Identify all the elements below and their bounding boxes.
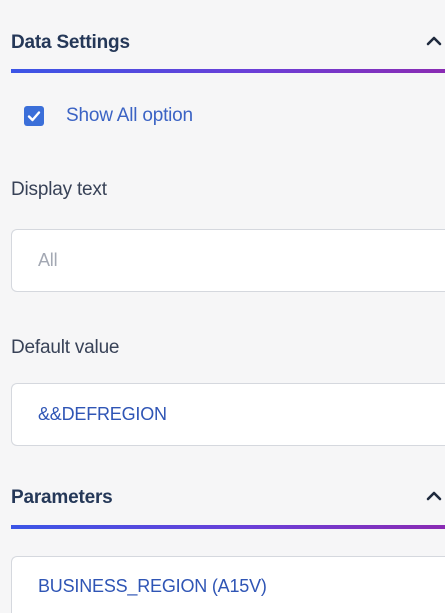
data-settings-divider <box>11 69 445 73</box>
checkbox-checked-icon[interactable] <box>24 106 44 126</box>
default-value-input[interactable] <box>11 383 445 446</box>
chevron-up-icon[interactable] <box>426 33 442 49</box>
data-settings-title: Data Settings <box>11 32 130 53</box>
display-text-label: Display text <box>11 179 107 200</box>
display-text-input[interactable] <box>11 229 445 292</box>
show-all-option-label: Show All option <box>66 105 193 126</box>
properties-panel: Data Settings Show All option Display te… <box>0 0 445 613</box>
chevron-up-icon[interactable] <box>426 488 442 504</box>
default-value-label: Default value <box>11 337 120 358</box>
parameter-item-business-region[interactable]: BUSINESS_REGION (A15V) <box>11 556 445 613</box>
parameters-title: Parameters <box>11 487 113 508</box>
parameters-divider <box>11 525 445 529</box>
parameters-header[interactable]: Parameters <box>11 486 445 516</box>
data-settings-header[interactable]: Data Settings <box>11 31 445 61</box>
show-all-option-checkbox[interactable]: Show All option <box>24 103 193 129</box>
